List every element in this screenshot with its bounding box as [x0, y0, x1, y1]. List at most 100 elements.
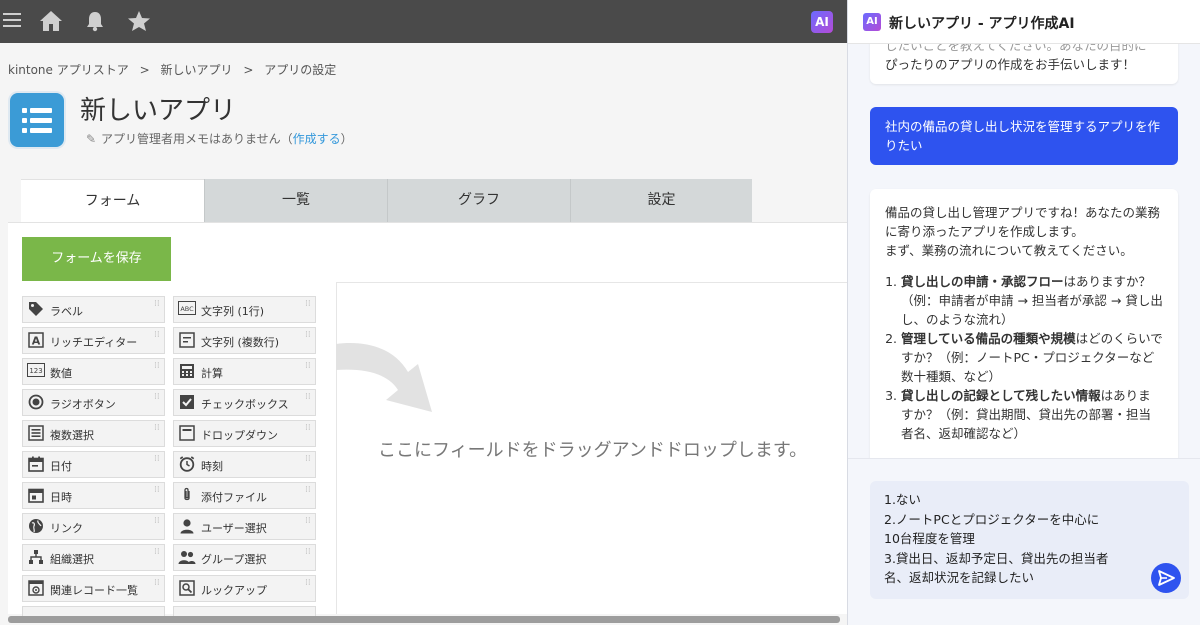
breadcrumb-current: アプリの設定 [264, 63, 337, 77]
field-datetime[interactable]: 日時 ⁞⁞ [22, 482, 165, 509]
breadcrumb-app[interactable]: 新しいアプリ [160, 63, 232, 77]
org-icon [27, 549, 45, 567]
settings-tabs: フォーム 一覧 グラフ 設定 [21, 179, 752, 223]
field-user-select[interactable]: ユーザー選択 ⁞⁞ [173, 513, 316, 540]
drop-arrow-icon [336, 330, 446, 420]
drag-handle[interactable]: ⁞⁞ [305, 517, 311, 536]
field-attachment[interactable]: 添付ファイル ⁞⁞ [173, 482, 316, 509]
field-checkbox[interactable]: チェックボックス ⁞⁞ [173, 389, 316, 416]
calculator-icon [178, 363, 196, 381]
field-calc[interactable]: 計算 ⁞⁞ [173, 358, 316, 385]
ai-logo-icon: AI [863, 13, 881, 31]
tab-form[interactable]: フォーム [21, 179, 204, 223]
send-icon [1158, 570, 1175, 586]
field-related-records[interactable]: 関連レコード一覧 ⁞⁞ [22, 575, 165, 602]
ai-button[interactable]: AI [811, 11, 833, 33]
drag-handle[interactable]: ⁞⁞ [305, 455, 311, 474]
drag-handle[interactable]: ⁞⁞ [305, 486, 311, 505]
calendar-icon [27, 456, 45, 474]
breadcrumb-separator: > [139, 63, 150, 77]
field-multi-line-text[interactable]: 文字列 (複数行) ⁞⁞ [173, 327, 316, 354]
drag-handle[interactable]: ⁞⁞ [305, 362, 311, 381]
field-dropdown[interactable]: ドロップダウン ⁞⁞ [173, 420, 316, 447]
field-date[interactable]: 日付 ⁞⁞ [22, 451, 165, 478]
drag-handle[interactable]: ⁞⁞ [305, 579, 311, 598]
field-group-select[interactable]: グループ選択 ⁞⁞ [173, 544, 316, 571]
checkbox-icon [178, 394, 196, 412]
drag-handle[interactable]: ⁞⁞ [154, 517, 160, 536]
field-time[interactable]: 時刻 ⁞⁞ [173, 451, 316, 478]
question-item: 貸し出しの記録として残したい情報はありますか？（例：貸出期間、貸出先の部署・担当… [901, 386, 1163, 443]
lookup-icon [178, 580, 196, 598]
svg-text:ABC: ABC [180, 305, 194, 313]
save-form-button[interactable]: フォームを保存 [22, 237, 171, 281]
drag-handle[interactable]: ⁞⁞ [305, 548, 311, 567]
drag-handle[interactable]: ⁞⁞ [154, 331, 160, 350]
drag-handle[interactable]: ⁞⁞ [305, 424, 311, 443]
field-multi-select[interactable]: 複数選択 ⁞⁞ [22, 420, 165, 447]
globe-icon [27, 518, 45, 536]
home-icon[interactable] [39, 10, 63, 34]
drag-handle[interactable]: ⁞⁞ [154, 300, 160, 319]
chat-input[interactable]: 1.ない 2.ノートPCとプロジェクターを中心に 10台程度を管理 3.貸出日、… [870, 481, 1189, 599]
tab-settings[interactable]: 設定 [570, 179, 752, 223]
breadcrumb: kintone アプリストア > 新しいアプリ > アプリの設定 [8, 61, 343, 78]
bell-icon[interactable] [83, 10, 107, 34]
question-item: 貸し出しの申請・承認フローはありますか？（例：申請者が申請 → 担当者が承認 →… [901, 272, 1163, 329]
drag-handle[interactable]: ⁞⁞ [305, 331, 311, 350]
drop-zone-text: ここにフィールドをドラッグアンドドロップします。 [378, 440, 808, 461]
ai-panel-title: 新しいアプリ - アプリ作成AI [889, 16, 1075, 32]
ai-message-text: まず、業務の流れについて教えてください。 [885, 243, 1133, 258]
abc-icon: ABC [178, 301, 196, 319]
field-rich-editor[interactable]: A リッチエディター ⁞⁞ [22, 327, 165, 354]
breadcrumb-separator: > [243, 63, 254, 77]
drag-handle[interactable]: ⁞⁞ [154, 579, 160, 598]
field-partial[interactable] [22, 606, 165, 616]
ai-message-text: 備品の貸し出し管理アプリですね！あなたの業務に寄り添ったアプリを作成します。 [885, 205, 1161, 239]
top-bar: AI [0, 0, 847, 43]
tab-list[interactable]: 一覧 [204, 179, 387, 223]
field-single-line-text[interactable]: ABC 文字列 (1行) ⁞⁞ [173, 296, 316, 323]
svg-text:A: A [32, 335, 41, 348]
field-org-select[interactable]: 組織選択 ⁞⁞ [22, 544, 165, 571]
drag-handle[interactable]: ⁞⁞ [154, 362, 160, 381]
field-lookup[interactable]: ルックアップ ⁞⁞ [173, 575, 316, 602]
field-link[interactable]: リンク ⁞⁞ [22, 513, 165, 540]
multiline-text-icon [178, 332, 196, 350]
rich-editor-icon: A [27, 332, 45, 350]
field-partial[interactable] [173, 606, 316, 616]
memo-close: ） [340, 132, 353, 146]
field-number[interactable]: 123 数値 ⁞⁞ [22, 358, 165, 385]
paperclip-icon [178, 487, 196, 505]
pencil-icon: ✎ [86, 132, 97, 146]
drag-handle[interactable]: ⁞⁞ [154, 548, 160, 567]
star-icon[interactable] [127, 10, 151, 34]
field-label[interactable]: ラベル ⁞⁞ [22, 296, 165, 323]
drag-handle[interactable]: ⁞⁞ [305, 393, 311, 412]
multi-select-icon [27, 425, 45, 443]
tab-graph[interactable]: グラフ [387, 179, 570, 223]
user-icon [178, 518, 196, 536]
ai-message-line: したいことを教えてください。あなたの目的に [885, 44, 1147, 53]
datetime-icon [27, 487, 45, 505]
ai-assistant-panel: AI 新しいアプリ - アプリ作成AI したいことを教えてください。あなたの目的… [847, 0, 1200, 625]
svg-text:123: 123 [29, 367, 42, 375]
breadcrumb-appstore[interactable]: kintone アプリストア [8, 63, 129, 77]
drag-handle[interactable]: ⁞⁞ [154, 424, 160, 443]
memo-create-link[interactable]: 作成する [293, 132, 341, 146]
chat-history[interactable]: したいことを教えてください。あなたの目的に ぴったりのアプリの作成をお手伝いしま… [848, 44, 1200, 458]
drag-handle[interactable]: ⁞⁞ [154, 393, 160, 412]
horizontal-scrollbar[interactable] [8, 616, 840, 623]
drag-handle[interactable]: ⁞⁞ [154, 486, 160, 505]
number-icon: 123 [27, 363, 45, 381]
related-records-icon [27, 580, 45, 598]
menu-icon[interactable] [0, 10, 24, 34]
app-memo: ✎ アプリ管理者用メモはありません（作成する） [86, 130, 353, 147]
send-button[interactable] [1151, 563, 1181, 593]
memo-text: アプリ管理者用メモはありません（ [101, 132, 293, 146]
drag-handle[interactable]: ⁞⁞ [305, 300, 311, 319]
field-radio[interactable]: ラジオボタン ⁞⁞ [22, 389, 165, 416]
dropdown-icon [178, 425, 196, 443]
app-icon [10, 93, 64, 147]
drag-handle[interactable]: ⁞⁞ [154, 455, 160, 474]
